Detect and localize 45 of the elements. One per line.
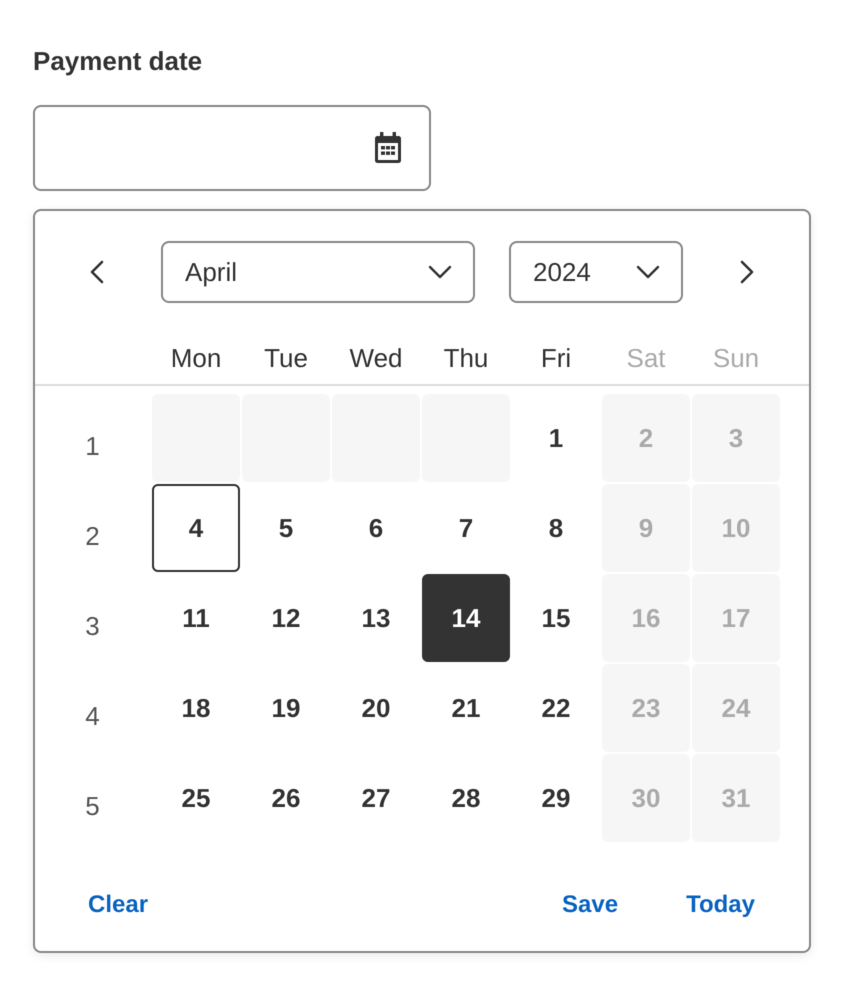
day-cell[interactable]: 29 xyxy=(512,754,600,842)
day-cell[interactable]: 20 xyxy=(332,664,420,752)
day-cell[interactable]: 27 xyxy=(332,754,420,842)
action-link[interactable]: Today xyxy=(674,881,767,929)
weekday-label: Wed xyxy=(350,342,402,375)
weekday-label: Fri xyxy=(540,342,572,375)
field-label: Payment date xyxy=(33,46,202,77)
day-cell[interactable]: 22 xyxy=(512,664,600,752)
weekday-label: Sun xyxy=(712,342,760,375)
day-cell[interactable]: 4 xyxy=(152,484,240,572)
weekday-label: Sat xyxy=(626,342,666,375)
week-number: 1 xyxy=(85,430,100,462)
chevron-down-icon xyxy=(636,265,660,279)
day-cell[interactable]: 13 xyxy=(332,574,420,662)
week-number: 5 xyxy=(85,790,100,822)
day-cell[interactable]: 14 xyxy=(422,574,510,662)
weekday-label: Thu xyxy=(444,342,488,375)
day-cell[interactable]: 25 xyxy=(152,754,240,842)
day-cell[interactable]: 7 xyxy=(422,484,510,572)
chevron-down-icon xyxy=(428,265,452,279)
chevron-left-icon[interactable] xyxy=(90,260,104,284)
day-cell[interactable]: 21 xyxy=(422,664,510,752)
day-cell[interactable]: 1 xyxy=(512,394,600,482)
chevron-right-icon[interactable] xyxy=(740,260,754,284)
day-cell[interactable]: 28 xyxy=(422,754,510,842)
day-cell[interactable]: 19 xyxy=(242,664,330,752)
week-number: 2 xyxy=(85,520,100,552)
day-cell[interactable]: 11 xyxy=(152,574,240,662)
weekday-label: Tue xyxy=(264,342,308,375)
date-input[interactable] xyxy=(33,105,431,191)
week-number: 3 xyxy=(85,610,100,642)
month-select[interactable]: April xyxy=(161,241,475,303)
week-number: 4 xyxy=(85,700,100,732)
day-cell[interactable]: 8 xyxy=(512,484,600,572)
action-link[interactable]: Clear xyxy=(76,881,160,929)
day-cell[interactable]: 18 xyxy=(152,664,240,752)
weekday-label: Mon xyxy=(170,342,222,375)
day-cell[interactable]: 26 xyxy=(242,754,330,842)
day-cell[interactable]: 6 xyxy=(332,484,420,572)
calendar-icon[interactable] xyxy=(374,132,402,164)
day-cell[interactable]: 12 xyxy=(242,574,330,662)
action-link[interactable]: Save xyxy=(550,881,630,929)
day-cell[interactable]: 15 xyxy=(512,574,600,662)
day-cell[interactable]: 5 xyxy=(242,484,330,572)
year-select[interactable]: 2024 xyxy=(509,241,683,303)
